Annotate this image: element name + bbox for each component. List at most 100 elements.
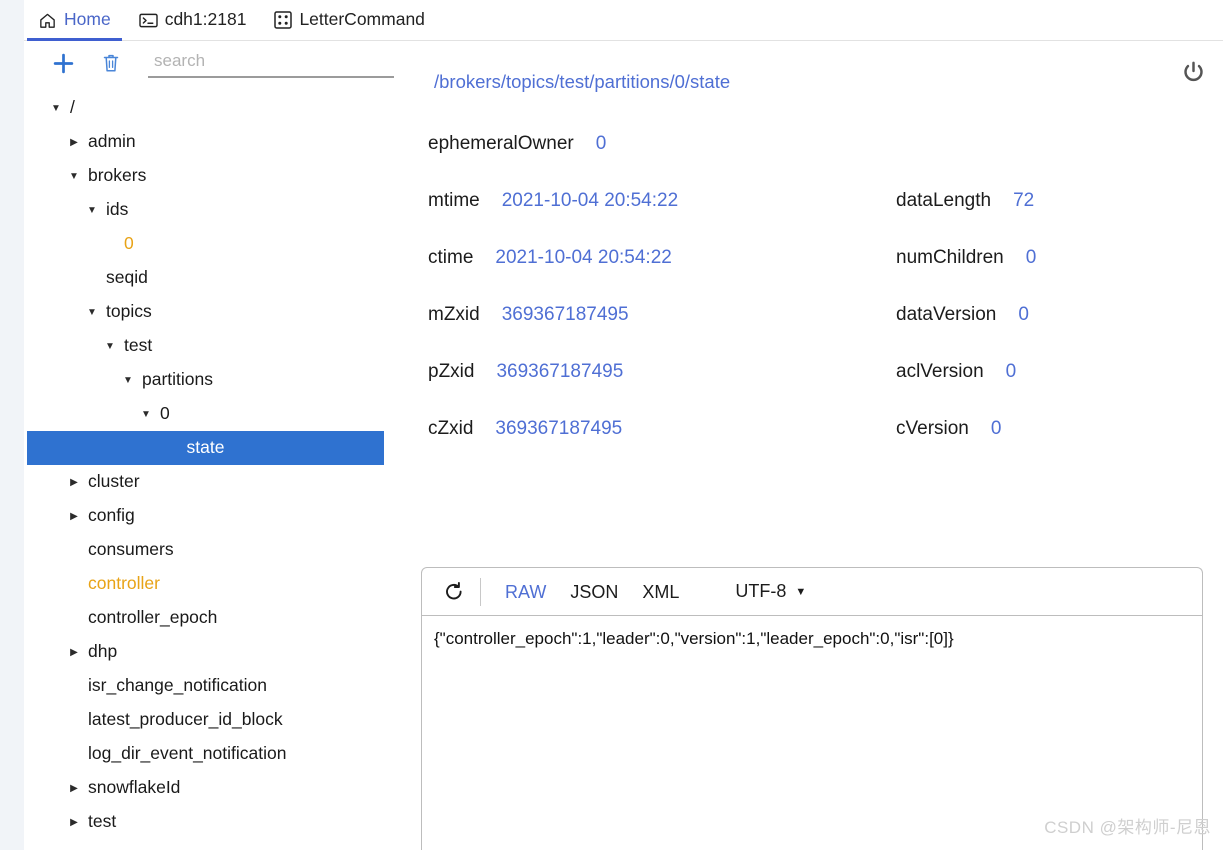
metadata-key: numChildren <box>896 246 1004 268</box>
tree-node-0[interactable]: 0 <box>24 227 418 261</box>
metadata-cell-left: mtime 2021-10-04 20:54:22 <box>418 190 888 212</box>
metadata-key: aclVersion <box>896 360 984 382</box>
metadata-value: 2021-10-04 20:54:22 <box>501 189 679 211</box>
tree-node-latest_producer_id_block[interactable]: latest_producer_id_block <box>24 703 418 737</box>
metadata-key: mZxid <box>428 303 480 325</box>
caret-down-icon[interactable]: ▼ <box>84 205 100 216</box>
metadata-cell-right: dataVersion 0 <box>888 304 1188 326</box>
tree-node-controller_epoch[interactable]: controller_epoch <box>24 601 418 635</box>
tree-node-label: dhp <box>88 641 118 662</box>
tree-node-isr_change_notification[interactable]: isr_change_notification <box>24 669 418 703</box>
tree-node-label: log_dir_event_notification <box>88 743 287 764</box>
power-icon[interactable] <box>1175 54 1211 90</box>
metadata-key: mtime <box>428 189 480 211</box>
metadata-key: cZxid <box>428 417 474 439</box>
terminal-icon <box>138 12 158 29</box>
znode-path: /brokers/topics/test/partitions/0/state <box>434 71 731 92</box>
metadata-value: 0 <box>1005 360 1017 382</box>
caret-down-icon[interactable]: ▼ <box>48 103 64 114</box>
tree-node-seqid[interactable]: seqid <box>24 261 418 295</box>
data-viewer: RAW JSON XML UTF-8 ▼ {"controller_epoch"… <box>421 567 1203 850</box>
tree-node-label: controller_epoch <box>88 607 218 628</box>
tree-node-[interactable]: ▼ / <box>24 91 418 125</box>
format-json[interactable]: JSON <box>558 583 630 601</box>
tree-node-consumers[interactable]: consumers <box>24 533 418 567</box>
tree-node-label: config <box>88 505 135 526</box>
data-content[interactable]: {"controller_epoch":1,"leader":0,"versio… <box>422 616 1202 652</box>
metadata-row: mtime 2021-10-04 20:54:22 dataLength 72 <box>418 172 1223 229</box>
tree-node-label: topics <box>106 301 152 322</box>
tree-node-state[interactable]: state <box>27 431 384 465</box>
caret-right-icon[interactable]: ▶ <box>66 477 82 488</box>
metadata-cell-left: ctime 2021-10-04 20:54:22 <box>418 247 888 269</box>
tab-lettercommand[interactable]: LetterCommand <box>260 0 438 41</box>
format-raw[interactable]: RAW <box>493 583 558 601</box>
tree-node-label: state <box>186 437 225 458</box>
tree-node-topics[interactable]: ▼ topics <box>24 295 418 329</box>
tab-bar: Home cdh1:2181 LetterCommand <box>24 0 1223 41</box>
tree-node-label: snowflakeId <box>88 777 181 798</box>
tree-node-controller[interactable]: controller <box>24 567 418 601</box>
metadata-key: ctime <box>428 246 474 268</box>
tree-node-label: latest_producer_id_block <box>88 709 283 730</box>
caret-down-icon[interactable]: ▼ <box>120 375 136 386</box>
metadata-cell-right: aclVersion 0 <box>888 361 1188 383</box>
grid-icon <box>274 11 293 29</box>
metadata-value: 72 <box>1013 189 1035 211</box>
caret-right-icon[interactable]: ▶ <box>66 137 82 148</box>
metadata-key: dataVersion <box>896 303 997 325</box>
sidebar: ▼/▶admin▼brokers▼ids0seqid▼topics▼test▼p… <box>24 41 418 850</box>
toolbar-divider <box>480 577 481 606</box>
tree-node-label: test <box>88 811 117 832</box>
delete-node-button[interactable] <box>94 47 128 79</box>
tree-node-snowflakeId[interactable]: ▶ snowflakeId <box>24 771 418 805</box>
tree-node-label: 0 <box>124 233 134 254</box>
caret-right-icon[interactable]: ▶ <box>66 647 82 658</box>
tree-node-test[interactable]: ▶ test <box>24 805 418 839</box>
tree-node-0[interactable]: ▼ 0 <box>24 397 418 431</box>
data-viewer-toolbar: RAW JSON XML UTF-8 ▼ <box>422 568 1202 616</box>
tree-node-ids[interactable]: ▼ ids <box>24 193 418 227</box>
search-input[interactable] <box>148 48 394 78</box>
node-tree: ▼ / ▶ admin ▼ brokers ▼ ids 0 seqid ▼ topics ▼ test ▼ p… <box>24 85 418 839</box>
chevron-down-icon: ▼ <box>795 585 807 598</box>
metadata-row: ctime 2021-10-04 20:54:22 numChildren 0 <box>418 229 1223 286</box>
caret-down-icon[interactable]: ▼ <box>138 409 154 420</box>
tree-node-label: brokers <box>88 165 147 186</box>
metadata-key: pZxid <box>428 360 475 382</box>
tree-node-admin[interactable]: ▶ admin <box>24 125 418 159</box>
metadata-row: cZxid 369367187495 cVersion 0 <box>418 400 1223 457</box>
metadata-value: 369367187495 <box>501 303 629 325</box>
tab-cdh1-2181[interactable]: cdh1:2181 <box>125 0 261 41</box>
tree-node-cluster[interactable]: ▶ cluster <box>24 465 418 499</box>
tree-node-test[interactable]: ▼ test <box>24 329 418 363</box>
encoding-label: UTF-8 <box>735 581 787 601</box>
search-field-wrapper <box>148 48 418 78</box>
tree-node-partitions[interactable]: ▼ partitions <box>24 363 418 397</box>
tree-node-label: admin <box>88 131 136 152</box>
left-rail <box>0 0 24 850</box>
tree-node-label: seqid <box>106 267 148 288</box>
add-node-button[interactable] <box>46 47 80 79</box>
metadata-cell-left: cZxid 369367187495 <box>418 418 888 440</box>
metadata-cell-left: mZxid 369367187495 <box>418 304 888 326</box>
metadata-cell-left: pZxid 369367187495 <box>418 361 888 383</box>
refresh-icon[interactable] <box>434 572 474 612</box>
caret-right-icon[interactable]: ▶ <box>66 817 82 828</box>
format-xml[interactable]: XML <box>630 583 691 601</box>
metadata-value: 0 <box>1018 303 1029 325</box>
tree-node-log_dir_event_notification[interactable]: log_dir_event_notification <box>24 737 418 771</box>
tab-home[interactable]: Home <box>24 0 125 41</box>
tree-node-brokers[interactable]: ▼ brokers <box>24 159 418 193</box>
caret-down-icon[interactable]: ▼ <box>102 341 118 352</box>
tree-node-dhp[interactable]: ▶ dhp <box>24 635 418 669</box>
encoding-select[interactable]: UTF-8 ▼ <box>735 581 806 602</box>
caret-down-icon[interactable]: ▼ <box>84 307 100 318</box>
tree-node-label: 0 <box>160 403 170 424</box>
tree-node-config[interactable]: ▶ config <box>24 499 418 533</box>
caret-down-icon[interactable]: ▼ <box>66 171 82 182</box>
caret-right-icon[interactable]: ▶ <box>66 511 82 522</box>
metadata-cell-right: numChildren 0 <box>888 247 1188 269</box>
metadata-key: dataLength <box>896 189 992 211</box>
caret-right-icon[interactable]: ▶ <box>66 783 82 794</box>
